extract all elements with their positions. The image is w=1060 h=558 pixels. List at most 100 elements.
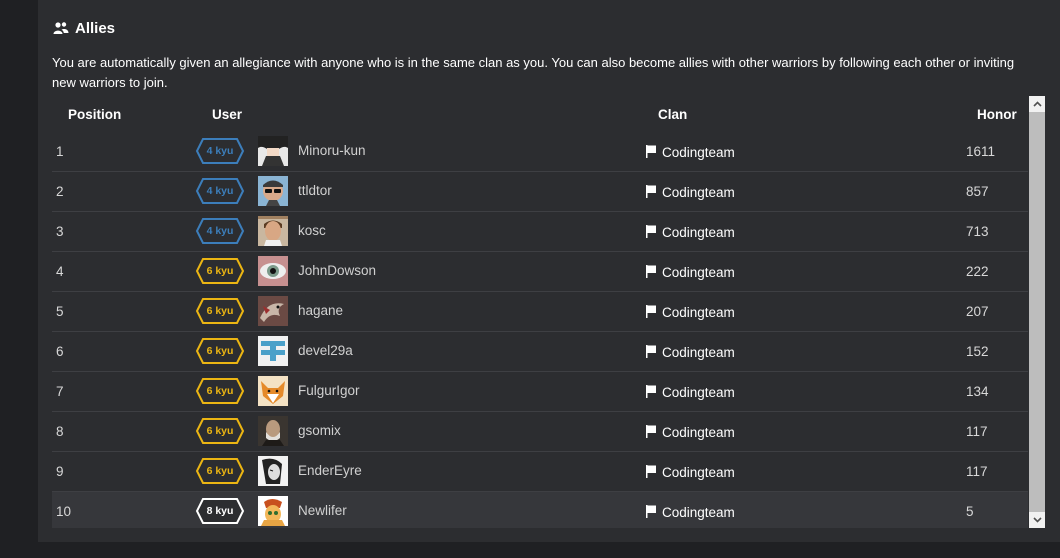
clan-cell[interactable]: Codingteam [645,344,735,361]
avatar-anime-character[interactable] [258,136,288,166]
rank-badge[interactable]: 4 kyu [195,217,245,245]
rank-badge[interactable]: 6 kyu [195,337,245,365]
rank-label: 6 kyu [206,465,234,477]
table-row: 7 6 kyu FulgurIgor Codingteam 134 [52,372,1028,412]
flag-icon [645,344,657,361]
clan-cell[interactable]: Codingteam [645,304,735,321]
avatar-fox[interactable] [258,376,288,406]
row-honor: 713 [966,224,989,239]
avatar-sketch-face[interactable] [258,456,288,486]
username-link[interactable]: Minoru-kun [298,143,366,158]
username-link[interactable]: hagane [298,303,343,318]
row-position: 3 [56,224,64,239]
table-scrollbar[interactable] [1029,96,1045,528]
rank-badge[interactable]: 6 kyu [195,457,245,485]
username-link[interactable]: kosc [298,223,326,238]
flag-icon [645,184,657,201]
flag-icon [645,304,657,321]
rank-label: 4 kyu [206,145,234,157]
section-title-text: Allies [75,19,116,37]
username-link[interactable]: Newlifer [298,503,347,518]
row-honor: 152 [966,344,989,359]
clan-name: Codingteam [662,345,735,360]
clan-cell[interactable]: Codingteam [645,504,735,521]
row-position: 1 [56,144,64,159]
scroll-up-arrow[interactable] [1029,96,1045,112]
flag-icon [645,224,657,241]
row-position: 4 [56,264,64,279]
avatar-dragon-art[interactable] [258,296,288,326]
clan-name: Codingteam [662,305,735,320]
avatar-identicon[interactable] [258,336,288,366]
rank-label: 8 kyu [206,505,234,517]
row-position: 7 [56,384,64,399]
username-link[interactable]: EnderEyre [298,463,362,478]
section-title: Allies [53,17,115,39]
clan-name: Codingteam [662,145,735,160]
scroll-down-arrow[interactable] [1029,512,1045,528]
rank-badge[interactable]: 8 kyu [195,497,245,525]
users-icon [53,21,69,35]
username-link[interactable]: gsomix [298,423,341,438]
avatar-pony[interactable] [258,496,288,526]
username-link[interactable]: JohnDowson [298,263,376,278]
rank-label: 6 kyu [206,385,234,397]
clan-name: Codingteam [662,265,735,280]
avatar-man-photo[interactable] [258,216,288,246]
row-position: 10 [56,504,72,519]
table-header: Position User Clan Honor [52,96,1028,132]
table-row: 6 6 kyu devel29a Codingteam 152 [52,332,1028,372]
table-row: 1 4 kyu Minoru-kun Codingteam 1611 [52,132,1028,172]
table-row: 9 6 kyu EnderEyre Codingteam 117 [52,452,1028,492]
rank-label: 6 kyu [206,425,234,437]
flag-icon [645,464,657,481]
scroll-thumb[interactable] [1029,112,1045,512]
row-position: 2 [56,184,64,199]
table-body: 1 4 kyu Minoru-kun Codingteam 1611 2 4 kyu ttld… [52,132,1028,528]
avatar-old-portrait[interactable] [258,416,288,446]
clan-cell[interactable]: Codingteam [645,224,735,241]
rank-label: 4 kyu [206,225,234,237]
row-honor: 222 [966,264,989,279]
clan-cell[interactable]: Codingteam [645,384,735,401]
row-position: 9 [56,464,64,479]
flag-icon [645,264,657,281]
rank-label: 4 kyu [206,185,234,197]
username-link[interactable]: FulgurIgor [298,383,360,398]
flag-icon [645,384,657,401]
row-honor: 1611 [966,144,996,159]
row-honor: 207 [966,304,989,319]
clan-name: Codingteam [662,385,735,400]
clan-name: Codingteam [662,505,735,520]
row-honor: 117 [966,464,988,479]
allies-table: Position User Clan Honor 1 4 kyu Minoru-ku… [52,96,1028,528]
table-row: 3 4 kyu kosc Codingteam 713 [52,212,1028,252]
table-row: 5 6 kyu hagane Codingteam 207 [52,292,1028,332]
row-honor: 5 [966,504,974,519]
chevron-up-icon [1032,101,1042,107]
rank-badge[interactable]: 6 kyu [195,257,245,285]
rank-badge[interactable]: 6 kyu [195,297,245,325]
clan-cell[interactable]: Codingteam [645,184,735,201]
flag-icon [645,424,657,441]
clan-cell[interactable]: Codingteam [645,464,735,481]
header-clan: Clan [658,107,688,122]
rank-badge[interactable]: 4 kyu [195,137,245,165]
flag-icon [645,504,657,521]
username-link[interactable]: devel29a [298,343,353,358]
clan-cell[interactable]: Codingteam [645,424,735,441]
chevron-down-icon [1032,517,1042,523]
clan-name: Codingteam [662,225,735,240]
header-user: User [212,107,243,122]
rank-badge[interactable]: 4 kyu [195,177,245,205]
row-honor: 134 [966,384,989,399]
clan-cell[interactable]: Codingteam [645,144,735,161]
rank-label: 6 kyu [206,345,234,357]
clan-cell[interactable]: Codingteam [645,264,735,281]
rank-badge[interactable]: 6 kyu [195,417,245,445]
row-honor: 117 [966,424,988,439]
rank-badge[interactable]: 6 kyu [195,377,245,405]
username-link[interactable]: ttldtor [298,183,332,198]
avatar-eye-closeup[interactable] [258,256,288,286]
avatar-man-sunglasses[interactable] [258,176,288,206]
